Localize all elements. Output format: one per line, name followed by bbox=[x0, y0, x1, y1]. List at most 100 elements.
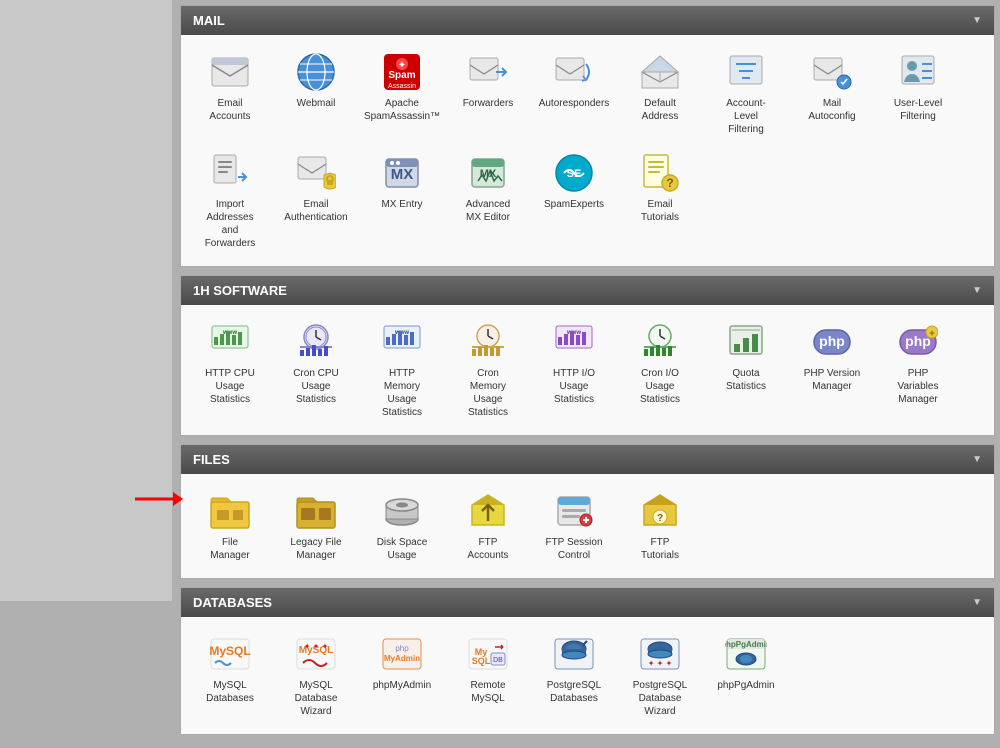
spamassassin-icon: Spam Assassin ✦ bbox=[381, 51, 423, 93]
cron-memory-icon bbox=[467, 321, 509, 363]
databases-header[interactable]: DATABASES ▼ bbox=[181, 588, 994, 617]
software-header[interactable]: 1H SOFTWARE ▼ bbox=[181, 276, 994, 305]
files-title: FILES bbox=[193, 452, 230, 467]
software-arrow: ▼ bbox=[972, 285, 982, 296]
cron-memory-item[interactable]: CronMemoryUsageStatistics bbox=[447, 315, 529, 425]
postgresql-item[interactable]: PostgreSQLDatabases bbox=[533, 627, 615, 724]
svg-text:?: ? bbox=[666, 176, 673, 190]
files-header[interactable]: FILES ▼ bbox=[181, 445, 994, 474]
disk-space-item[interactable]: Disk SpaceUsage bbox=[361, 484, 443, 568]
forwarders-item[interactable]: Forwarders bbox=[447, 45, 529, 142]
svg-text:DB: DB bbox=[493, 657, 503, 664]
svg-text:Assassin: Assassin bbox=[388, 83, 416, 90]
svg-text:+: + bbox=[929, 328, 934, 338]
mail-autoconfig-item[interactable]: MailAutoconfig bbox=[791, 45, 873, 142]
phppgadmin-item[interactable]: phpPgAdmin phpPgAdmin bbox=[705, 627, 787, 724]
quota-stats-item[interactable]: QuotaStatistics bbox=[705, 315, 787, 425]
http-io-label: HTTP I/OUsageStatistics bbox=[553, 367, 595, 406]
ftp-tutorials-icon: ? bbox=[639, 490, 681, 532]
mail-arrow: ▼ bbox=[972, 15, 982, 26]
files-section: FILES ▼ FileManager bbox=[180, 444, 995, 579]
svg-text:?: ? bbox=[657, 513, 663, 524]
webmail-label: Webmail bbox=[297, 97, 336, 110]
software-body: www HTTP CPUUsageStatistics bbox=[181, 305, 994, 435]
cron-io-item[interactable]: Cron I/OUsageStatistics bbox=[619, 315, 701, 425]
account-filtering-label: Account-LevelFiltering bbox=[726, 97, 765, 136]
mysql-item[interactable]: MySQL MySQLDatabases bbox=[189, 627, 271, 724]
webmail-icon bbox=[295, 51, 337, 93]
legacy-file-manager-label: Legacy FileManager bbox=[290, 536, 341, 562]
ftp-accounts-icon bbox=[467, 490, 509, 532]
import-icon bbox=[209, 152, 251, 194]
spamexperts-item[interactable]: SE SpamExperts bbox=[533, 146, 615, 256]
spamassassin-item[interactable]: Spam Assassin ✦ ApacheSpamAssassin™ bbox=[361, 45, 443, 142]
ftp-accounts-label: FTPAccounts bbox=[467, 536, 508, 562]
software-title: 1H SOFTWARE bbox=[193, 283, 287, 298]
postgresql-wizard-item[interactable]: ✦ ✦ ✦ PostgreSQLDatabaseWizard bbox=[619, 627, 701, 724]
account-filtering-item[interactable]: Account-LevelFiltering bbox=[705, 45, 787, 142]
cron-cpu-item[interactable]: Cron CPUUsageStatistics bbox=[275, 315, 357, 425]
quota-stats-icon bbox=[725, 321, 767, 363]
email-accounts-item[interactable]: EmailAccounts bbox=[189, 45, 271, 142]
email-auth-label: EmailAuthentication bbox=[284, 198, 347, 224]
file-manager-item[interactable]: FileManager bbox=[189, 484, 271, 568]
http-cpu-icon: www bbox=[209, 321, 251, 363]
user-filtering-icon bbox=[897, 51, 939, 93]
php-version-label: PHP VersionManager bbox=[804, 367, 861, 393]
cron-cpu-label: Cron CPUUsageStatistics bbox=[293, 367, 339, 406]
disk-space-icon bbox=[381, 490, 423, 532]
phpmyadmin-label: phpMyAdmin bbox=[373, 679, 431, 692]
webmail-item[interactable]: Webmail bbox=[275, 45, 357, 142]
arrow-indicator bbox=[133, 487, 183, 511]
databases-section: DATABASES ▼ MySQL MySQLDatabases bbox=[180, 587, 995, 735]
spamexperts-label: SpamExperts bbox=[544, 198, 604, 211]
remote-mysql-item[interactable]: My SQL DB RemoteMySQL bbox=[447, 627, 529, 724]
svg-text:✦: ✦ bbox=[398, 60, 406, 71]
remote-mysql-icon: My SQL DB bbox=[467, 633, 509, 675]
ftp-tutorials-item[interactable]: ? FTPTutorials bbox=[619, 484, 701, 568]
autoresponders-item[interactable]: Autoresponders bbox=[533, 45, 615, 142]
postgresql-wizard-icon: ✦ ✦ ✦ bbox=[639, 633, 681, 675]
mail-body: EmailAccounts Webmail bbox=[181, 35, 994, 266]
email-accounts-label: EmailAccounts bbox=[209, 97, 250, 123]
user-filtering-item[interactable]: User-LevelFiltering bbox=[877, 45, 959, 142]
ftp-session-icon bbox=[553, 490, 595, 532]
svg-text:MyAdmin: MyAdmin bbox=[384, 654, 420, 663]
advanced-mx-item[interactable]: MX AdvancedMX Editor bbox=[447, 146, 529, 256]
cron-cpu-icon bbox=[295, 321, 337, 363]
autoresponders-label: Autoresponders bbox=[539, 97, 610, 110]
mail-header[interactable]: MAIL ▼ bbox=[181, 6, 994, 35]
svg-text:phpPgAdmin: phpPgAdmin bbox=[725, 640, 767, 649]
ftp-session-item[interactable]: FTP SessionControl bbox=[533, 484, 615, 568]
mx-entry-icon: MX bbox=[381, 152, 423, 194]
http-io-item[interactable]: www HTTP I/OUsageStatistics bbox=[533, 315, 615, 425]
spamassassin-label: ApacheSpamAssassin™ bbox=[364, 97, 440, 123]
mx-entry-label: MX Entry bbox=[381, 198, 422, 211]
http-cpu-item[interactable]: www HTTP CPUUsageStatistics bbox=[189, 315, 271, 425]
email-tutorials-item[interactable]: ? EmailTutorials bbox=[619, 146, 701, 256]
phpmyadmin-item[interactable]: php MyAdmin phpMyAdmin bbox=[361, 627, 443, 724]
php-variables-label: PHPVariablesManager bbox=[898, 367, 939, 406]
php-variables-icon: php + bbox=[897, 321, 939, 363]
ftp-accounts-item[interactable]: FTPAccounts bbox=[447, 484, 529, 568]
file-manager-label: FileManager bbox=[210, 536, 249, 562]
php-variables-item[interactable]: php + PHPVariablesManager bbox=[877, 315, 959, 425]
email-accounts-icon bbox=[209, 51, 251, 93]
default-address-item[interactable]: DefaultAddress bbox=[619, 45, 701, 142]
databases-body: MySQL MySQLDatabases MySQL ✦ ✦ ✦ MySQLD bbox=[181, 617, 994, 734]
default-address-icon bbox=[639, 51, 681, 93]
software-section: 1H SOFTWARE ▼ www HTTP CPUUsage bbox=[180, 275, 995, 436]
default-address-label: DefaultAddress bbox=[642, 97, 679, 123]
forwarders-icon bbox=[467, 51, 509, 93]
legacy-file-manager-item[interactable]: Legacy FileManager bbox=[275, 484, 357, 568]
email-auth-item[interactable]: EmailAuthentication bbox=[275, 146, 357, 256]
http-memory-item[interactable]: www HTTPMemoryUsageStatistics bbox=[361, 315, 443, 425]
mx-entry-item[interactable]: MX MX Entry bbox=[361, 146, 443, 256]
user-filtering-label: User-LevelFiltering bbox=[894, 97, 942, 123]
import-item[interactable]: ImportAddressesandForwarders bbox=[189, 146, 271, 256]
cron-io-icon bbox=[639, 321, 681, 363]
svg-text:✦ ✦ ✦: ✦ ✦ ✦ bbox=[304, 642, 329, 651]
file-manager-icon bbox=[209, 490, 251, 532]
mysql-wizard-item[interactable]: MySQL ✦ ✦ ✦ MySQLDatabaseWizard bbox=[275, 627, 357, 724]
php-version-item[interactable]: php PHP VersionManager bbox=[791, 315, 873, 425]
